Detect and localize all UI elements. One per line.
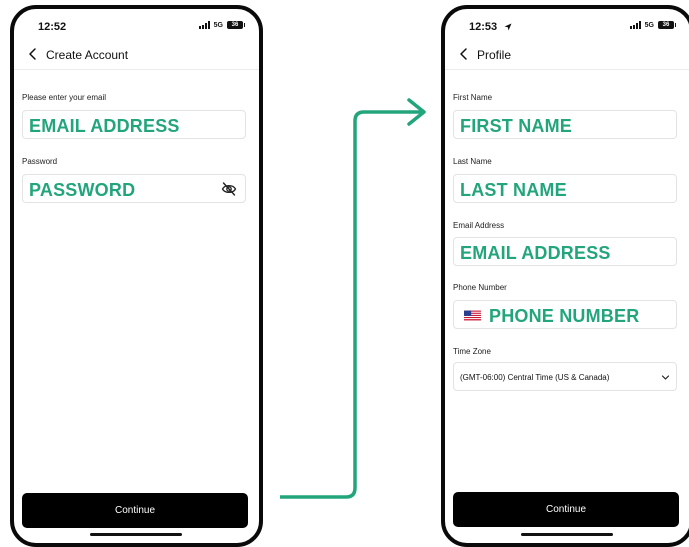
password-field[interactable]: PASSWORD (22, 174, 246, 203)
email-placeholder: EMAIL ADDRESS (460, 243, 611, 263)
home-indicator (90, 533, 182, 536)
status-time: 12:52 (38, 21, 67, 33)
us-flag-icon[interactable] (464, 310, 481, 321)
time-zone-label: Time Zone (453, 347, 491, 356)
network-label: 5G (213, 21, 223, 29)
email-placeholder: EMAIL ADDRESS (29, 116, 180, 136)
first-name-label: First Name (453, 93, 493, 102)
profile-screen: 12:53 5G 36 Profile First Name FIRST NAM… (441, 5, 689, 547)
battery-icon: 36 (227, 21, 245, 29)
back-icon[interactable] (26, 47, 40, 61)
password-label: Password (22, 157, 58, 166)
last-name-placeholder: LAST NAME (460, 180, 567, 200)
back-icon[interactable] (457, 47, 471, 61)
location-arrow-icon (504, 23, 512, 31)
create-account-screen: 12:52 5G 36 Create Account Please enter … (10, 5, 263, 547)
home-indicator (521, 533, 613, 536)
eye-slash-icon[interactable] (221, 182, 237, 196)
phone-label: Phone Number (453, 283, 507, 292)
first-name-field[interactable]: FIRST NAME (453, 110, 677, 139)
email-field[interactable]: EMAIL ADDRESS (22, 110, 246, 139)
time-zone-select[interactable]: (GMT-06:00) Central Time (US & Canada) (453, 362, 677, 391)
page-title: Profile (477, 48, 512, 62)
email-field[interactable]: EMAIL ADDRESS (453, 237, 677, 266)
signal-icon (198, 21, 210, 29)
status-time-group: 12:53 (469, 21, 512, 33)
status-bar: 12:52 5G 36 (14, 9, 259, 41)
status-time: 12:53 (469, 21, 498, 33)
status-bar: 12:53 5G 36 (445, 9, 689, 41)
last-name-label: Last Name (453, 157, 492, 166)
signal-icon (629, 21, 641, 29)
continue-button[interactable]: Continue (453, 492, 679, 527)
battery-level: 36 (231, 22, 239, 28)
time-zone-value: (GMT-06:00) Central Time (US & Canada) (460, 373, 610, 382)
first-name-placeholder: FIRST NAME (460, 116, 572, 136)
page-title: Create Account (46, 48, 129, 62)
last-name-field[interactable]: LAST NAME (453, 174, 677, 203)
email-label: Email Address (453, 221, 505, 230)
nav-bar: Profile (445, 41, 689, 70)
chevron-down-icon (661, 375, 670, 380)
nav-bar: Create Account (14, 41, 259, 70)
status-icons: 5G 36 (629, 21, 676, 29)
network-label: 5G (644, 21, 654, 29)
continue-button[interactable]: Continue (22, 493, 248, 528)
flow-arrow (280, 98, 426, 499)
phone-placeholder: PHONE NUMBER (489, 306, 640, 326)
battery-icon: 36 (658, 21, 676, 29)
phone-field[interactable]: PHONE NUMBER (453, 300, 677, 329)
status-icons: 5G 36 (198, 21, 245, 29)
battery-level: 36 (662, 22, 670, 28)
password-placeholder: PASSWORD (29, 180, 136, 200)
email-label: Please enter your email (22, 93, 107, 102)
